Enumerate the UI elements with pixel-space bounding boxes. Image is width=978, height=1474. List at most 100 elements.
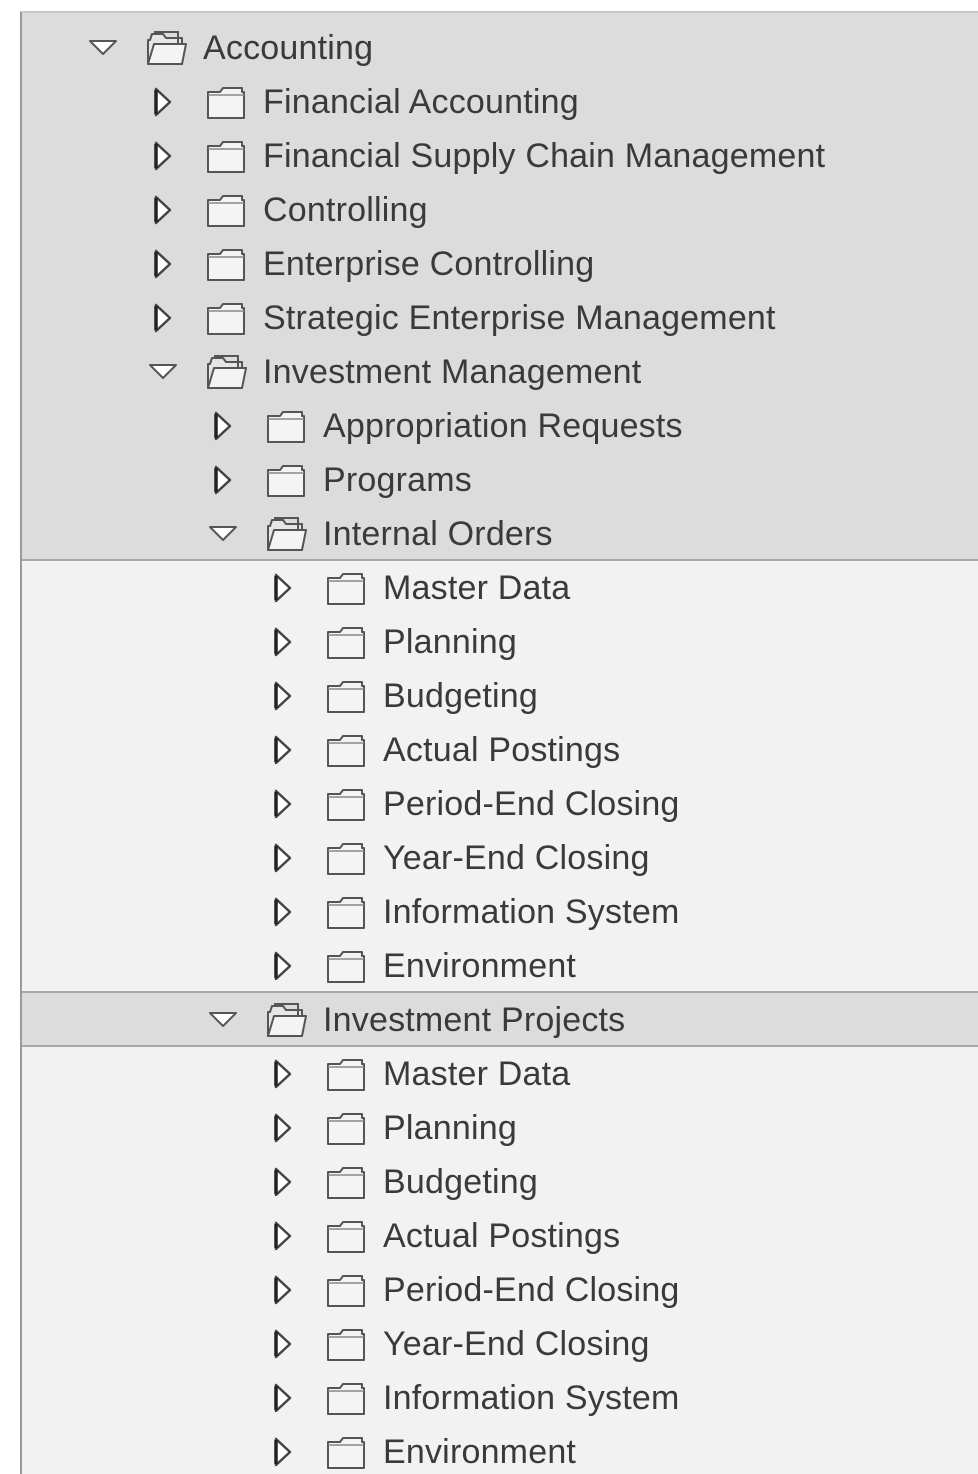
tree-node-investment-management[interactable]: Investment Management [22,345,978,399]
tree-node-actual-postings[interactable]: Actual Postings [22,723,978,777]
tree-node-label[interactable]: Actual Postings [383,730,620,770]
folder-icon [327,1383,365,1415]
tree-node-label[interactable]: Investment Projects [323,1000,625,1040]
tree-node-actual-postings[interactable]: Actual Postings [22,1209,978,1263]
collapse-triangle-icon[interactable] [147,356,179,388]
expand-triangle-icon[interactable] [267,896,299,928]
folder-icon [327,951,365,983]
tree-node-programs[interactable]: Programs [22,453,978,507]
expand-triangle-icon[interactable] [267,1058,299,1090]
tree-node-label[interactable]: Planning [383,1108,517,1148]
collapse-triangle-icon[interactable] [87,32,119,64]
tree-node-label[interactable]: Internal Orders [323,514,553,554]
tree-node-label[interactable]: Master Data [383,1054,570,1094]
expand-triangle-icon[interactable] [267,572,299,604]
tree-node-period-end-closing[interactable]: Period-End Closing [22,1263,978,1317]
expand-triangle-icon[interactable] [267,680,299,712]
tree-node-label[interactable]: Accounting [203,28,373,68]
expand-triangle-icon[interactable] [267,1328,299,1360]
tree-node-enterprise-controlling[interactable]: Enterprise Controlling [22,237,978,291]
expand-triangle-icon[interactable] [267,1382,299,1414]
tree-node-master-data[interactable]: Master Data [22,561,978,615]
expand-triangle-icon[interactable] [147,248,179,280]
folder-icon [327,573,365,605]
folder-icon [327,1113,365,1145]
tree-node-label[interactable]: Appropriation Requests [323,406,683,446]
tree-node-planning[interactable]: Planning [22,615,978,669]
expand-triangle-icon[interactable] [267,1274,299,1306]
tree-node-label[interactable]: Budgeting [383,676,538,716]
expand-triangle-icon[interactable] [267,1220,299,1252]
expand-triangle-icon[interactable] [267,1436,299,1468]
open-folder-icon [267,517,307,551]
folder-icon [327,1329,365,1361]
tree-node-label[interactable]: Environment [383,946,576,986]
collapse-triangle-icon[interactable] [207,518,239,550]
tree-node-label[interactable]: Actual Postings [383,1216,620,1256]
tree-node-financial-supply-chain-management[interactable]: Financial Supply Chain Management [22,129,978,183]
folder-icon [267,465,305,497]
tree-node-label[interactable]: Period-End Closing [383,784,680,824]
folder-icon [327,1275,365,1307]
expand-triangle-icon[interactable] [207,464,239,496]
tree-node-label[interactable]: Environment [383,1432,576,1472]
tree-node-label[interactable]: Financial Supply Chain Management [263,136,825,176]
tree-node-period-end-closing[interactable]: Period-End Closing [22,777,978,831]
tree-node-accounting[interactable]: Accounting [22,13,978,75]
tree-node-investment-projects[interactable]: Investment Projects [22,993,978,1047]
expand-triangle-icon[interactable] [267,842,299,874]
expand-triangle-icon[interactable] [147,194,179,226]
tree-node-label[interactable]: Planning [383,622,517,662]
tree-node-year-end-closing[interactable]: Year-End Closing [22,1317,978,1371]
tree-node-environment[interactable]: Environment [22,939,978,993]
expand-triangle-icon[interactable] [147,302,179,334]
tree-node-information-system[interactable]: Information System [22,885,978,939]
tree-node-label[interactable]: Enterprise Controlling [263,244,594,284]
folder-icon [207,303,245,335]
tree-node-strategic-enterprise-management[interactable]: Strategic Enterprise Management [22,291,978,345]
tree-node-label[interactable]: Financial Accounting [263,82,579,122]
expand-triangle-icon[interactable] [147,140,179,172]
tree-node-label[interactable]: Information System [383,1378,680,1418]
folder-icon [327,627,365,659]
tree-node-label[interactable]: Budgeting [383,1162,538,1202]
tree-node-internal-orders[interactable]: Internal Orders [22,507,978,561]
expand-triangle-icon[interactable] [267,626,299,658]
open-folder-icon [207,355,247,389]
expand-triangle-icon[interactable] [147,86,179,118]
open-folder-icon [267,1003,307,1037]
expand-triangle-icon[interactable] [267,734,299,766]
tree-node-appropriation-requests[interactable]: Appropriation Requests [22,399,978,453]
tree-node-label[interactable]: Investment Management [263,352,641,392]
expand-triangle-icon[interactable] [267,950,299,982]
folder-icon [327,1167,365,1199]
tree-node-master-data[interactable]: Master Data [22,1047,978,1101]
expand-triangle-icon[interactable] [267,1166,299,1198]
folder-icon [207,249,245,281]
tree-node-label[interactable]: Period-End Closing [383,1270,680,1310]
tree-node-label[interactable]: Master Data [383,568,570,608]
tree-node-year-end-closing[interactable]: Year-End Closing [22,831,978,885]
tree-node-planning[interactable]: Planning [22,1101,978,1155]
tree-node-label[interactable]: Year-End Closing [383,1324,650,1364]
tree-node-budgeting[interactable]: Budgeting [22,1155,978,1209]
tree-node-budgeting[interactable]: Budgeting [22,669,978,723]
tree-node-label[interactable]: Information System [383,892,680,932]
tree-node-information-system[interactable]: Information System [22,1371,978,1425]
menu-tree: Accounting Financial Accounting Financial … [20,11,978,1474]
tree-node-label[interactable]: Year-End Closing [383,838,650,878]
expand-triangle-icon[interactable] [207,410,239,442]
tree-node-label[interactable]: Programs [323,460,472,500]
tree-node-financial-accounting[interactable]: Financial Accounting [22,75,978,129]
open-folder-icon [147,31,187,65]
tree-node-label[interactable]: Strategic Enterprise Management [263,298,776,338]
expand-triangle-icon[interactable] [267,788,299,820]
tree-node-label[interactable]: Controlling [263,190,428,230]
folder-icon [267,411,305,443]
folder-icon [327,681,365,713]
tree-node-controlling[interactable]: Controlling [22,183,978,237]
collapse-triangle-icon[interactable] [207,1004,239,1036]
tree-node-environment[interactable]: Environment [22,1425,978,1474]
folder-icon [327,789,365,821]
expand-triangle-icon[interactable] [267,1112,299,1144]
